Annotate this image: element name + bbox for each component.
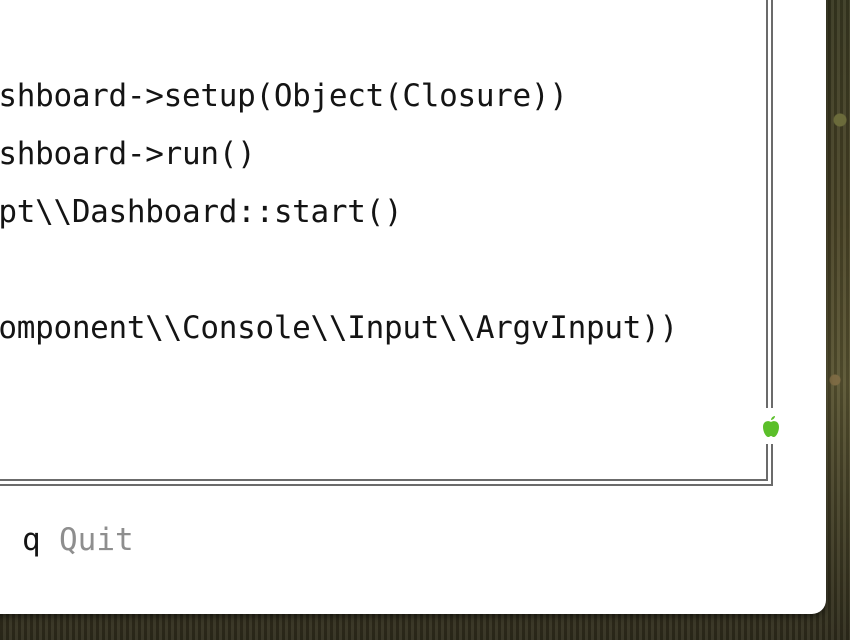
stack-trace-line: ashboard->run() <box>0 136 256 172</box>
panel-border-bottom-outer <box>0 484 773 486</box>
quit-shortcut-label[interactable]: Quit <box>59 522 134 558</box>
stack-trace-line: npt\\Dashboard::start() <box>0 194 403 230</box>
stack-trace-line: ashboard->setup(Object(Closure)) <box>0 78 568 114</box>
stack-trace-line: Component\\Console\\Input\\ArgvInput)) <box>0 310 678 346</box>
terminal-window: ashboard->setup(Object(Closure)) ashboar… <box>0 0 826 614</box>
panel-border-bottom-inner <box>0 479 768 481</box>
quit-shortcut-key[interactable]: q <box>22 522 41 558</box>
error-output-panel: ashboard->setup(Object(Closure)) ashboar… <box>0 0 774 486</box>
status-badge <box>756 408 786 444</box>
